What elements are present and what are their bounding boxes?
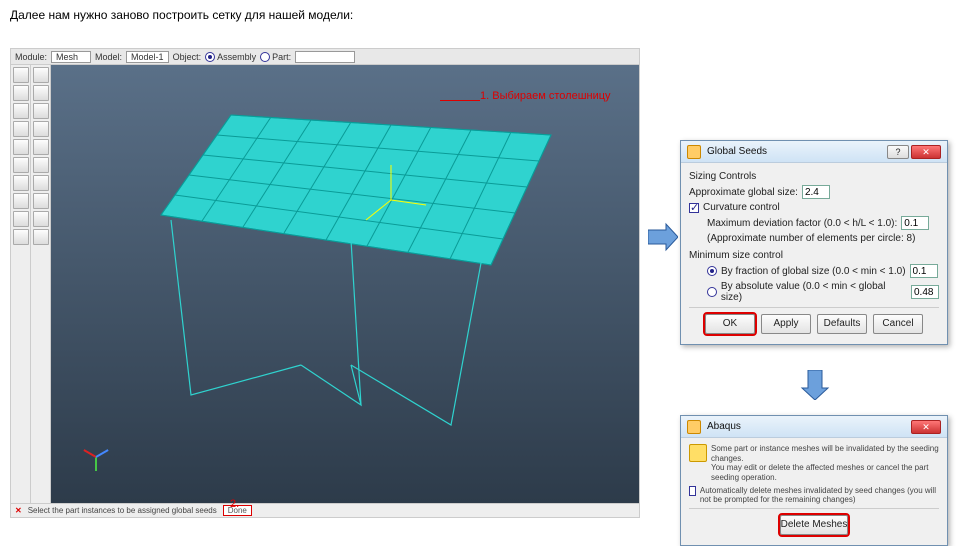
tool-icon[interactable]: [33, 157, 49, 173]
prompt-text: Select the part instances to be assigned…: [28, 506, 217, 515]
confirm-dialog: Abaqus ✕ Some part or instance meshes wi…: [680, 415, 948, 546]
annotation-2: 2.: [230, 498, 239, 510]
dialog-titlebar[interactable]: Abaqus ✕: [681, 416, 947, 438]
abaqus-viewport-window: Module: Mesh Model: Model-1 Object: Asse…: [10, 48, 640, 518]
object-label: Object:: [173, 52, 202, 62]
by-absolute-input[interactable]: [911, 285, 939, 299]
tool-icon[interactable]: [13, 103, 29, 119]
delete-meshes-button[interactable]: Delete Meshes: [780, 515, 849, 535]
object-assembly-radio[interactable]: [205, 52, 215, 62]
prompt-cancel-icon[interactable]: ✕: [15, 506, 22, 515]
annotation-1: 1. Выбираем столешницу: [480, 90, 611, 102]
tool-icon[interactable]: [33, 121, 49, 137]
defaults-button[interactable]: Defaults: [817, 314, 867, 334]
view-triad-icon: [81, 443, 111, 473]
tool-icon[interactable]: [13, 121, 29, 137]
ok-button[interactable]: OK: [705, 314, 755, 334]
apply-button[interactable]: Apply: [761, 314, 811, 334]
max-deviation-label: Maximum deviation factor (0.0 < h/L < 1.…: [707, 218, 897, 229]
warning-line-1: Some part or instance meshes will be inv…: [711, 444, 939, 463]
tool-icon[interactable]: [33, 175, 49, 191]
by-absolute-radio[interactable]: [707, 287, 717, 297]
toolbox-col-2: [31, 65, 51, 503]
help-button[interactable]: ?: [887, 145, 909, 159]
cancel-button[interactable]: Cancel: [873, 314, 923, 334]
dialog-title: Global Seeds: [707, 146, 881, 157]
tool-icon[interactable]: [13, 85, 29, 101]
warning-line-2: You may edit or delete the affected mesh…: [711, 463, 939, 482]
auto-delete-checkbox[interactable]: [689, 486, 696, 496]
tool-icon[interactable]: [33, 85, 49, 101]
tool-icon[interactable]: [13, 139, 29, 155]
close-button[interactable]: ✕: [911, 420, 941, 434]
by-absolute-label: By absolute value (0.0 < min < global si…: [721, 281, 907, 303]
object-part-radio[interactable]: [260, 52, 270, 62]
arrow-down-icon: [800, 370, 830, 400]
tool-icon[interactable]: [33, 229, 49, 245]
dialog-titlebar[interactable]: Global Seeds ? ✕: [681, 141, 947, 163]
global-seeds-dialog: Global Seeds ? ✕ Sizing Controls Approxi…: [680, 140, 948, 345]
by-fraction-input[interactable]: [910, 264, 938, 278]
approx-size-input[interactable]: [802, 185, 830, 199]
by-fraction-label: By fraction of global size (0.0 < min < …: [721, 266, 906, 277]
page-heading: Далее нам нужно заново построить сетку д…: [10, 8, 353, 22]
by-fraction-radio[interactable]: [707, 266, 717, 276]
tool-icon[interactable]: [13, 67, 29, 83]
arrow-right-icon: [648, 222, 678, 252]
approx-circle-label: (Approximate number of elements per circ…: [707, 233, 915, 244]
model-combobox[interactable]: Model-1: [126, 51, 169, 63]
approx-size-label: Approximate global size:: [689, 187, 798, 198]
model-label: Model:: [95, 52, 122, 62]
tool-icon[interactable]: [13, 157, 29, 173]
viewport[interactable]: [51, 65, 639, 503]
tool-icon[interactable]: [33, 139, 49, 155]
max-deviation-input[interactable]: [901, 216, 929, 230]
app-icon: [687, 145, 701, 159]
curvature-checkbox[interactable]: [689, 203, 699, 213]
object-assembly-label: Assembly: [217, 52, 256, 62]
auto-delete-label: Automatically delete meshes invalidated …: [700, 486, 939, 504]
module-combobox[interactable]: Mesh: [51, 51, 91, 63]
context-bar: Module: Mesh Model: Model-1 Object: Asse…: [11, 49, 639, 65]
dialog-title: Abaqus: [707, 421, 905, 432]
object-part-label: Part:: [272, 52, 291, 62]
app-icon: [687, 420, 701, 434]
close-button[interactable]: ✕: [911, 145, 941, 159]
tool-icon[interactable]: [33, 211, 49, 227]
tool-icon[interactable]: [13, 175, 29, 191]
prompt-bar: ✕ Select the part instances to be assign…: [11, 503, 639, 517]
tool-icon[interactable]: [13, 211, 29, 227]
module-label: Module:: [15, 52, 47, 62]
tool-icon[interactable]: [13, 193, 29, 209]
curvature-label: Curvature control: [703, 202, 780, 213]
annotation-arrow: [440, 100, 480, 101]
tool-icon[interactable]: [33, 103, 49, 119]
sizing-controls-label: Sizing Controls: [689, 171, 939, 182]
warning-icon: [689, 444, 707, 462]
tool-icon[interactable]: [33, 193, 49, 209]
min-size-label: Minimum size control: [689, 250, 939, 261]
tool-icon[interactable]: [33, 67, 49, 83]
tool-icon[interactable]: [13, 229, 29, 245]
toolbox-col-1: [11, 65, 31, 503]
part-combobox[interactable]: [295, 51, 355, 63]
meshed-model: [151, 105, 571, 445]
